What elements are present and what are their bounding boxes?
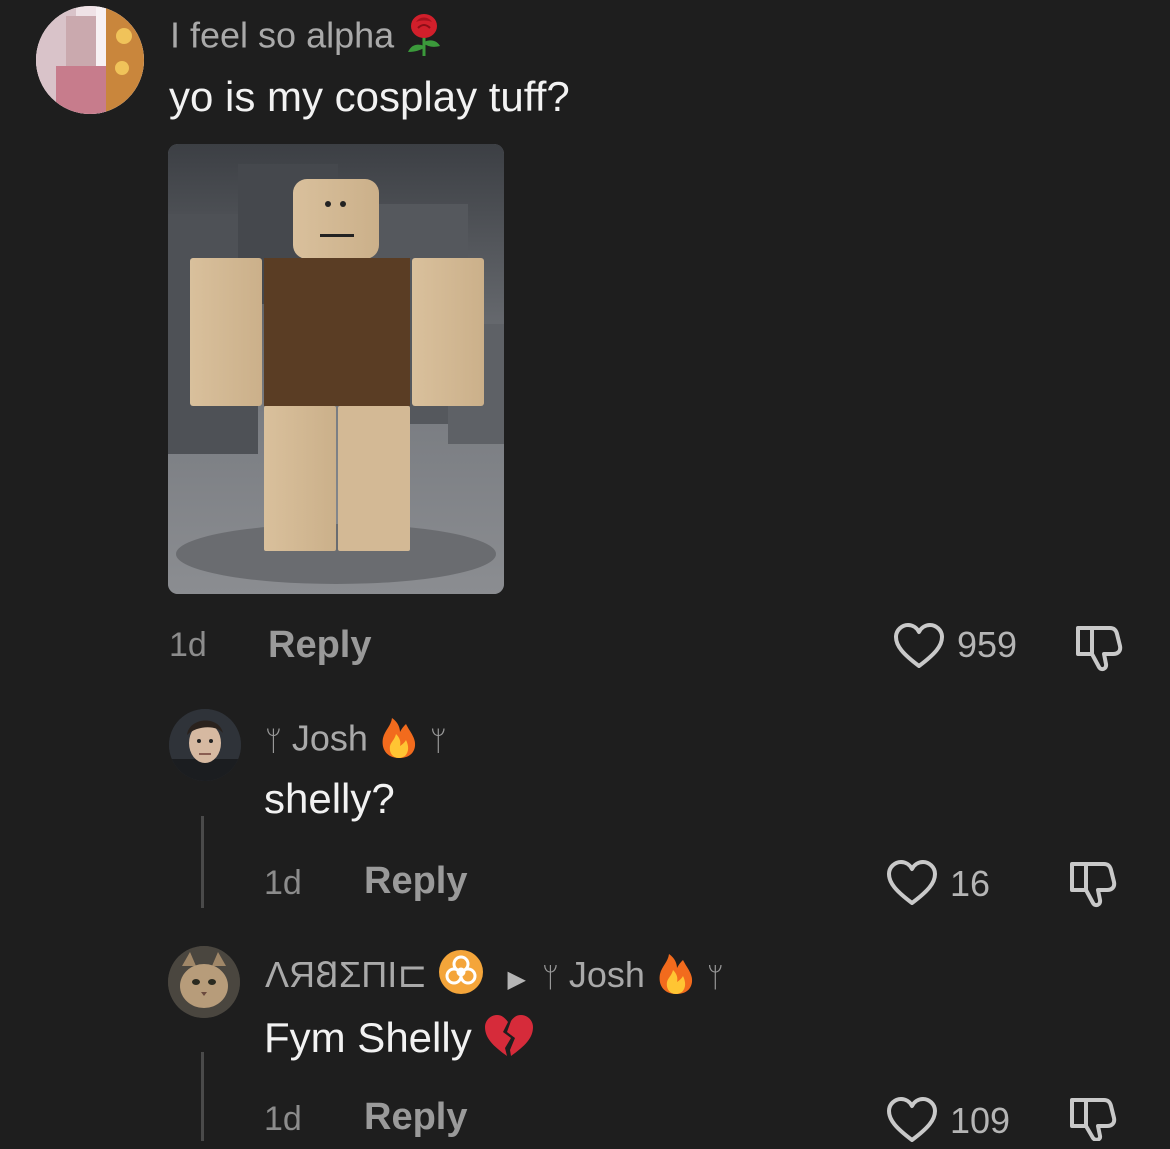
comment-text: Fym Shelly (264, 1012, 535, 1070)
like-count: 109 (950, 1100, 1011, 1141)
rose-icon (404, 12, 444, 64)
comment-time: 1d (264, 864, 302, 902)
avatar-image (169, 709, 241, 781)
comment-time: 1d (264, 1100, 302, 1138)
dislike-button[interactable] (1072, 624, 1124, 677)
heart-icon (886, 1096, 938, 1149)
fire-icon (378, 712, 420, 770)
username-text: I feel so alpha (170, 14, 395, 56)
username-suffix: ᛘ (429, 725, 447, 757)
dislike-icon (1066, 862, 1118, 912)
avatar[interactable] (168, 946, 240, 1018)
avatar[interactable] (36, 6, 144, 114)
roblox-avatar-image (168, 144, 504, 594)
reply-to-suffix: ᛘ (706, 962, 724, 994)
dislike-button[interactable] (1066, 860, 1118, 913)
dislike-icon (1072, 626, 1124, 676)
reply-to-username[interactable]: Josh (569, 954, 645, 995)
dislike-icon (1066, 1098, 1118, 1145)
like-count: 959 (957, 624, 1018, 665)
like-count: 16 (950, 863, 991, 904)
fire-icon (655, 948, 697, 1007)
username-text: Josh (291, 717, 368, 759)
username[interactable]: ᛘ Josh ᛘ (265, 712, 447, 770)
comment-image[interactable] (168, 144, 504, 594)
comment-text: shelly? (264, 775, 395, 822)
like-button[interactable]: 109 (886, 1094, 1026, 1142)
username-text: ΛЯ𐐒ΣΠI⊏ (265, 954, 428, 996)
comment-time: 1d (169, 626, 207, 664)
reply-to-prefix: ᛘ (542, 962, 559, 994)
username[interactable]: I feel so alpha (170, 12, 444, 64)
reply-button[interactable]: Reply (268, 624, 371, 667)
reply-button[interactable]: Reply (364, 1096, 467, 1139)
username-prefix: ᛘ (265, 725, 282, 757)
heart-icon (886, 859, 938, 912)
reply-arrow-icon: ▶ (507, 966, 526, 994)
like-button[interactable]: 959 (893, 620, 1033, 670)
heart-icon (893, 622, 945, 675)
avatar[interactable] (169, 709, 241, 781)
avatar-image (168, 946, 240, 1018)
username[interactable]: ΛЯ𐐒ΣΠI⊏ ▶ ᛘ Josh ᛘ (265, 948, 724, 1007)
reply-button[interactable]: Reply (364, 860, 467, 903)
like-button[interactable]: 16 (886, 857, 1016, 907)
comment-text-body: Fym Shelly (264, 1014, 472, 1062)
broken-heart-icon (483, 1012, 535, 1070)
avatar-image (36, 6, 144, 114)
dislike-button[interactable] (1066, 1096, 1118, 1146)
biohazard-icon (438, 949, 484, 1006)
comment-text: yo is my cosplay tuff? (169, 73, 570, 120)
thread-line (201, 816, 204, 908)
thread-line (201, 1052, 204, 1141)
